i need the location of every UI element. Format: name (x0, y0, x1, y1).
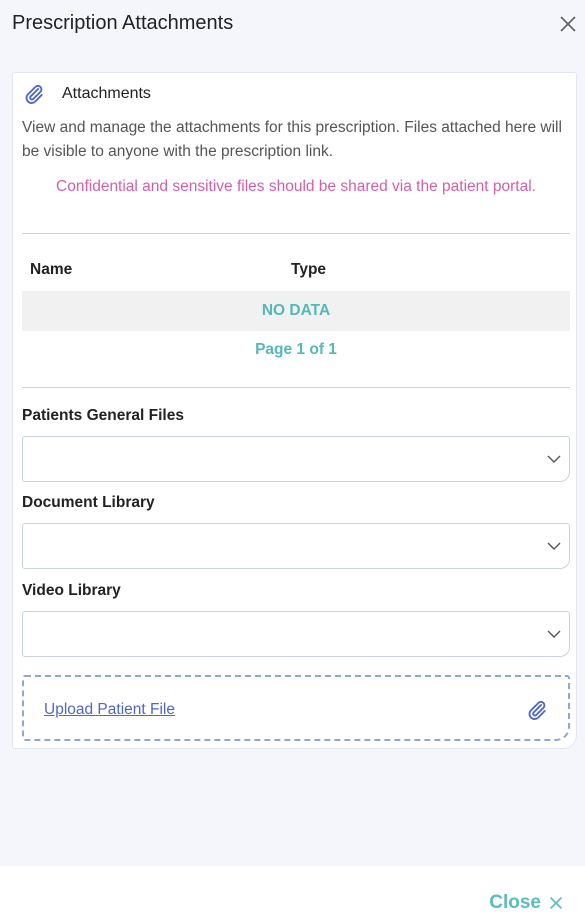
dialog-header: Prescription Attachments (0, 0, 585, 52)
attachments-card: Attachments View and manage the attachme… (12, 72, 577, 749)
paperclip-icon (25, 84, 43, 104)
close-icon[interactable] (557, 13, 579, 35)
video-library-label: Video Library (22, 582, 121, 599)
video-library-select[interactable] (22, 611, 570, 657)
upload-patient-file-link[interactable]: Upload Patient File (44, 701, 175, 719)
upload-dropzone[interactable]: Upload Patient File (22, 675, 570, 741)
patients-general-files-select[interactable] (22, 436, 570, 482)
attachments-description: View and manage the attachments for this… (22, 119, 562, 160)
dialog-title: Prescription Attachments (12, 12, 234, 34)
close-button-label: Close (489, 892, 541, 913)
close-button[interactable]: Close (489, 892, 563, 914)
divider (22, 387, 570, 388)
confidential-warning: Confidential and sensitive files should … (56, 178, 536, 195)
document-library-select[interactable] (22, 523, 570, 569)
divider (22, 233, 570, 234)
dialog-footer: Close (0, 866, 585, 920)
attachments-heading-row: Attachments (23, 83, 151, 105)
chevron-down-icon (547, 542, 561, 550)
chevron-down-icon (547, 455, 561, 463)
paperclip-icon[interactable] (526, 699, 548, 721)
table-empty-row: NO DATA (22, 291, 570, 331)
close-icon (549, 896, 563, 910)
pagination-text: Page 1 of 1 (255, 341, 337, 358)
column-header-name[interactable]: Name (30, 261, 72, 279)
patients-general-files-label: Patients General Files (22, 407, 184, 424)
document-library-label: Document Library (22, 494, 155, 511)
column-header-type[interactable]: Type (291, 261, 326, 279)
attachments-heading: Attachments (62, 85, 151, 102)
chevron-down-icon (547, 630, 561, 638)
